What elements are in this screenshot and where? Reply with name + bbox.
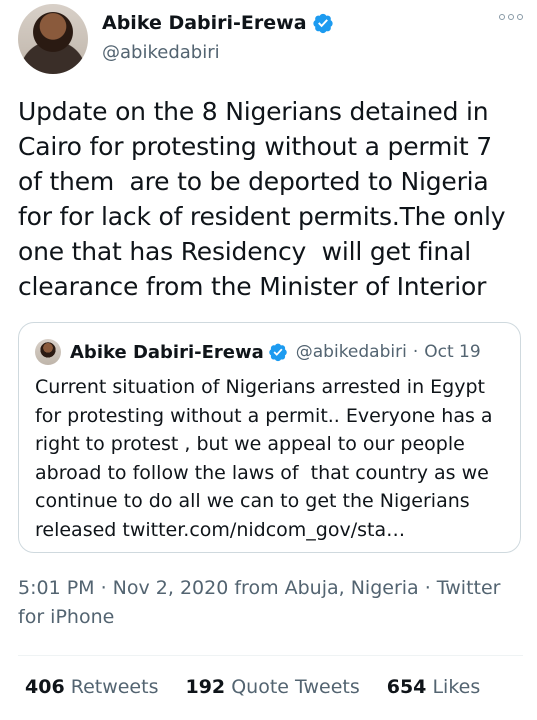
author-name-row: Abike Dabiri-Erewa — [102, 12, 334, 34]
quote-tweets-stat[interactable]: 192 Quote Tweets — [185, 676, 359, 698]
quoted-date: Oct 19 — [424, 342, 481, 362]
verified-badge-icon — [312, 13, 333, 34]
tweet-metadata: 5:01 PM · Nov 2, 2020 from Abuja, Nigeri… — [18, 577, 501, 628]
engagement-stats: 406 Retweets 192 Quote Tweets 654 Likes — [25, 676, 507, 698]
likes-stat[interactable]: 654 Likes — [387, 676, 481, 698]
divider — [18, 655, 523, 656]
tweet-text: Update on the 8 Nigerians detained in Ca… — [18, 97, 514, 301]
quoted-author-handle: @abikedabiri — [295, 342, 407, 362]
retweets-stat[interactable]: 406 Retweets — [25, 676, 158, 698]
quoted-separator: · — [412, 342, 419, 362]
likes-count: 654 — [386, 676, 427, 698]
likes-label: Likes — [432, 676, 481, 698]
quoted-tweet-text: Current situation of Nigerians arrested … — [35, 376, 499, 541]
quoted-author-avatar — [35, 339, 61, 365]
tweet-header: Abike Dabiri-Erewa @abikedabiri — [18, 4, 523, 76]
quote-tweets-count: 192 — [185, 676, 226, 698]
quote-tweets-label: Quote Tweets — [231, 676, 360, 698]
author-display-name[interactable]: Abike Dabiri-Erewa — [102, 12, 307, 34]
quoted-verified-badge-icon — [269, 343, 287, 362]
retweets-count: 406 — [25, 676, 65, 698]
author-avatar[interactable] — [18, 4, 88, 74]
quoted-author-display-name: Abike Dabiri-Erewa — [70, 341, 264, 363]
author-handle[interactable]: @abikedabiri — [102, 42, 220, 63]
quoted-tweet-header: Abike Dabiri-Erewa @abikedabiri · Oct 19 — [35, 339, 481, 365]
quoted-tweet-card[interactable]: Abike Dabiri-Erewa @abikedabiri · Oct 19… — [18, 322, 521, 553]
retweets-label: Retweets — [70, 676, 159, 698]
more-options-icon[interactable] — [499, 14, 523, 20]
